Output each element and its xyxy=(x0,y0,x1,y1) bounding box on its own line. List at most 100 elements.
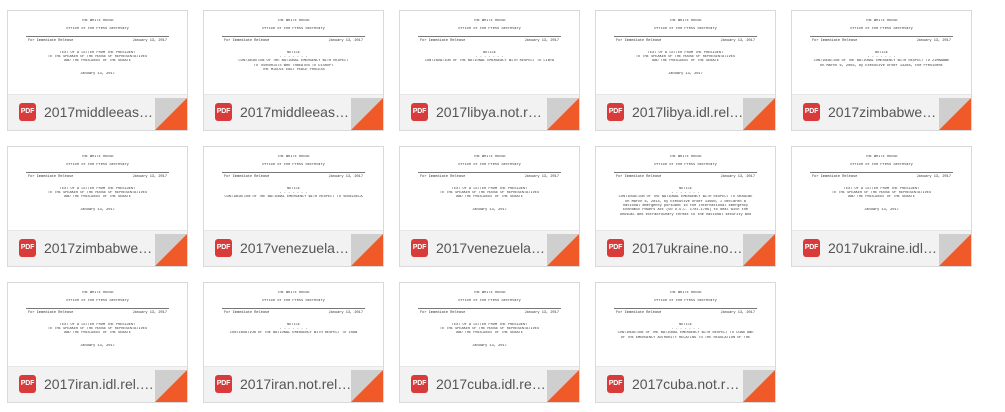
file-footer: PDF 2017venezuela.idl... xyxy=(400,230,579,266)
preview-rule xyxy=(26,307,169,309)
corner-accent xyxy=(351,370,383,402)
file-tile[interactable]: THE WHITE HOUSE Office of the Press Secre… xyxy=(7,282,188,403)
file-tile[interactable]: THE WHITE HOUSE Office of the Press Secre… xyxy=(399,282,580,403)
document-preview: THE WHITE HOUSE Office of the Press Secre… xyxy=(400,283,579,368)
file-name[interactable]: 2017middleeast.i... xyxy=(44,104,156,121)
document-preview: THE WHITE HOUSE Office of the Press Secre… xyxy=(8,147,187,232)
preview-page: THE WHITE HOUSE Office of the Press Secre… xyxy=(610,11,761,96)
release-date: January 13, 2017 xyxy=(132,38,167,43)
preview-page: THE WHITE HOUSE Office of the Press Secre… xyxy=(218,147,369,232)
preview-text: CONTINUATION OF THE NATIONAL EMERGENCY W… xyxy=(424,59,555,64)
file-footer: PDF 2017libya.idl.rel.pdf xyxy=(596,94,775,130)
corner-fold-icon xyxy=(155,234,187,266)
release-text: For Immediate Release xyxy=(420,174,466,179)
file-footer: PDF 2017ukraine.not.r... xyxy=(596,230,775,266)
corner-fold-icon xyxy=(351,98,383,130)
file-name[interactable]: 2017libya.not.rel.... xyxy=(436,104,548,121)
file-tile[interactable]: THE WHITE HOUSE Office of the Press Secre… xyxy=(791,146,972,267)
file-tile[interactable]: THE WHITE HOUSE Office of the Press Secre… xyxy=(791,10,972,131)
document-preview: THE WHITE HOUSE Office of the Press Secre… xyxy=(792,11,971,96)
corner-accent xyxy=(547,234,579,266)
preview-rule xyxy=(614,307,757,309)
preview-rule xyxy=(418,307,561,309)
file-tile[interactable]: THE WHITE HOUSE Office of the Press Secre… xyxy=(399,10,580,131)
release-date: January 13, 2017 xyxy=(328,310,363,315)
pdf-icon: PDF xyxy=(607,103,624,121)
file-tile[interactable]: THE WHITE HOUSE Office of the Press Secre… xyxy=(7,146,188,267)
pdf-icon: PDF xyxy=(607,239,624,257)
release-text: For Immediate Release xyxy=(28,174,74,179)
document-preview: THE WHITE HOUSE Office of the Press Secre… xyxy=(400,147,579,232)
file-name[interactable]: 2017cuba.not.rel... xyxy=(632,376,744,393)
file-name[interactable]: 2017libya.idl.rel.pdf xyxy=(632,104,744,121)
preview-page: THE WHITE HOUSE Office of the Press Secre… xyxy=(414,283,565,368)
preview-page: THE WHITE HOUSE Office of the Press Secre… xyxy=(218,283,369,368)
file-footer: PDF 2017middleeast.n... xyxy=(204,94,383,130)
file-name[interactable]: 2017venezuela.idl... xyxy=(436,240,548,257)
preview-text: Office of the Press Secretary xyxy=(262,299,325,304)
preview-text: Office of the Press Secretary xyxy=(66,163,129,168)
preview-text: unusual and extraordinary threat to the … xyxy=(619,212,752,217)
pdf-icon: PDF xyxy=(215,375,232,393)
release-text: For Immediate Release xyxy=(420,38,466,43)
file-name[interactable]: 2017zimbabwe.n... xyxy=(828,104,940,121)
corner-fold-icon xyxy=(743,370,775,402)
release-date: January 13, 2017 xyxy=(328,38,363,43)
file-name[interactable]: 2017venezuela.n... xyxy=(240,240,352,257)
release-date: January 13, 2017 xyxy=(328,174,363,179)
preview-text: Office of the Press Secretary xyxy=(458,299,521,304)
pdf-icon: PDF xyxy=(803,239,820,257)
file-name[interactable]: 2017ukraine.idl.r... xyxy=(828,240,940,257)
corner-fold-icon xyxy=(743,234,775,266)
file-tile[interactable]: THE WHITE HOUSE Office of the Press Secre… xyxy=(7,10,188,131)
release-text: For Immediate Release xyxy=(616,310,662,315)
file-name[interactable]: 2017cuba.idl.rel.pdf xyxy=(436,376,548,393)
preview-rule xyxy=(614,35,757,37)
file-name[interactable]: 2017iran.not.rel.pdf xyxy=(240,376,352,393)
file-tile[interactable]: THE WHITE HOUSE Office of the Press Secre… xyxy=(595,10,776,131)
preview-rule xyxy=(810,35,953,37)
preview-text: Office of the Press Secretary xyxy=(850,27,913,32)
pdf-icon: PDF xyxy=(19,239,36,257)
file-name[interactable]: 2017zimbabwe.id... xyxy=(44,240,156,257)
preview-page: THE WHITE HOUSE Office of the Press Secre… xyxy=(22,147,173,232)
file-tile[interactable]: THE WHITE HOUSE Office of the Press Secre… xyxy=(203,282,384,403)
corner-fold-icon xyxy=(351,370,383,402)
release-date: January 13, 2017 xyxy=(132,310,167,315)
file-tile[interactable]: THE WHITE HOUSE Office of the Press Secre… xyxy=(203,146,384,267)
pdf-icon: PDF xyxy=(607,375,624,393)
file-name[interactable]: 2017middleeast.n... xyxy=(240,104,352,121)
preview-rule xyxy=(418,171,561,173)
preview-text: Office of the Press Secretary xyxy=(458,163,521,168)
preview-page: THE WHITE HOUSE Office of the Press Secre… xyxy=(22,283,173,368)
preview-text: January 13, 2017 xyxy=(80,71,115,76)
corner-fold-icon xyxy=(155,98,187,130)
document-preview: THE WHITE HOUSE Office of the Press Secre… xyxy=(596,11,775,96)
preview-page: THE WHITE HOUSE Office of the Press Secre… xyxy=(610,283,761,368)
file-tile[interactable]: THE WHITE HOUSE Office of the Press Secre… xyxy=(399,146,580,267)
file-name[interactable]: 2017iran.idl.rel.pdf xyxy=(44,376,156,393)
corner-accent xyxy=(939,98,971,130)
release-date: January 13, 2017 xyxy=(524,38,559,43)
preview-text: January 13, 2017 xyxy=(472,343,507,348)
preview-text: January 13, 2017 xyxy=(80,207,115,212)
release-text: For Immediate Release xyxy=(420,310,466,315)
release-date: January 13, 2017 xyxy=(916,38,951,43)
file-name[interactable]: 2017ukraine.not.r... xyxy=(632,240,744,257)
file-tile[interactable]: THE WHITE HOUSE Office of the Press Secre… xyxy=(595,146,776,267)
corner-fold-icon xyxy=(547,370,579,402)
release-date: January 13, 2017 xyxy=(720,174,755,179)
release-text: For Immediate Release xyxy=(28,38,74,43)
release-text: For Immediate Release xyxy=(224,38,270,43)
corner-accent xyxy=(939,234,971,266)
preview-page: THE WHITE HOUSE Office of the Press Secre… xyxy=(806,147,957,232)
corner-fold-icon xyxy=(351,234,383,266)
file-tile[interactable]: THE WHITE HOUSE Office of the Press Secre… xyxy=(203,10,384,131)
pdf-icon: PDF xyxy=(411,239,428,257)
document-preview: THE WHITE HOUSE Office of the Press Secre… xyxy=(400,11,579,96)
corner-accent xyxy=(351,234,383,266)
pdf-icon: PDF xyxy=(803,103,820,121)
file-tile[interactable]: THE WHITE HOUSE Office of the Press Secre… xyxy=(595,282,776,403)
release-text: For Immediate Release xyxy=(28,310,74,315)
corner-accent xyxy=(547,370,579,402)
